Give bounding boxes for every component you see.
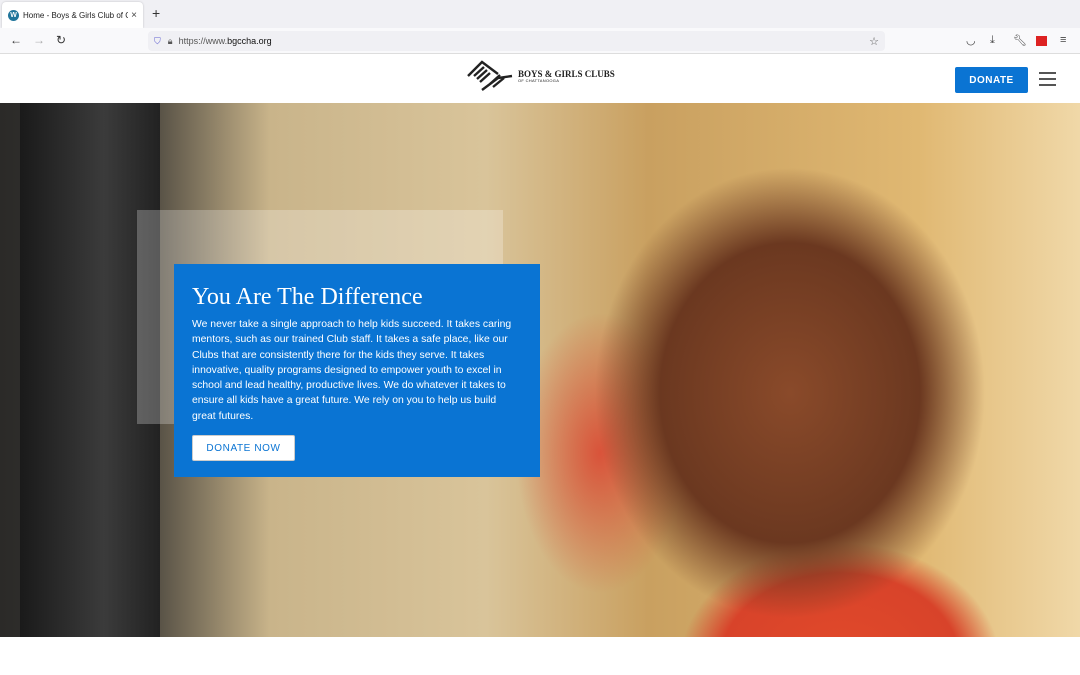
donate-now-button[interactable]: DONATE NOW [192,435,295,462]
downloads-icon[interactable]: ⤓ [990,34,995,47]
logo-subtitle: OF CHATTANOOGA [518,77,560,83]
nav-bar: ← → ↻ ⛉ 🔒︎ https://www. bgccha.org ☆ ◡ ⤓ … [0,28,1080,54]
back-icon[interactable]: ← [10,33,22,47]
logo-mark-icon [467,60,513,91]
donate-button[interactable]: DONATE [955,67,1028,93]
wordpress-icon: W [8,9,19,21]
url-host: bgccha.org [227,36,272,46]
wrench-icon[interactable]: 🔧︎ [1013,34,1027,47]
close-tab-icon[interactable]: × [131,10,137,21]
url-prefix: https://www. [178,36,228,46]
hero-body: We never take a single approach to help … [192,319,512,422]
pocket-icon[interactable]: ◡ [966,34,976,47]
site-header: BOYS & GIRLS CLUBS OF CHATTANOOGA DONATE [0,55,1080,103]
tab-title: Home - Boys & Girls Club of Chattanooga [23,10,129,20]
site-logo[interactable]: BOYS & GIRLS CLUBS OF CHATTANOOGA [466,60,615,92]
browser-tab[interactable]: W Home - Boys & Girls Club of Chattanoog… [2,2,143,28]
reload-icon[interactable]: ↻ [56,33,66,47]
shield-icon[interactable]: ⛉ [154,36,161,47]
address-bar[interactable]: ⛉ 🔒︎ https://www. bgccha.org ☆ [148,31,885,51]
hero-card: You Are The Difference We never take a s… [174,264,540,477]
tab-bar: W Home - Boys & Girls Club of Chattanoog… [0,0,1080,28]
hero-title: You Are The Difference [192,284,423,310]
menu-icon[interactable]: ≡ [1060,34,1066,46]
new-tab-icon[interactable]: + [152,5,160,21]
lock-icon[interactable]: 🔒︎ [168,36,173,47]
forward-icon[interactable]: → [33,33,45,47]
extension-icon[interactable] [1036,36,1047,46]
hero-section: You Are The Difference We never take a s… [0,103,1080,637]
hamburger-menu-icon[interactable] [1039,72,1056,86]
bookmark-star-icon[interactable]: ☆ [869,35,879,48]
